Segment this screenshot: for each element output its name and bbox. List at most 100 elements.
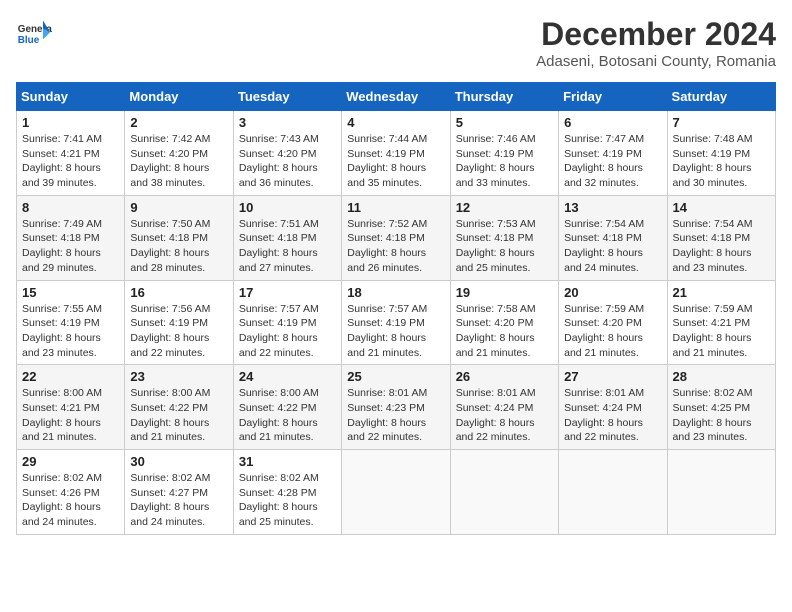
cell-info: Sunrise: 8:01 AMSunset: 4:24 PMDaylight:…	[456, 386, 553, 445]
day-number: 23	[130, 369, 227, 384]
calendar-cell: 31 Sunrise: 8:02 AMSunset: 4:28 PMDayligh…	[233, 450, 341, 535]
calendar-cell: 18Sunrise: 7:57 AMSunset: 4:19 PMDayligh…	[342, 280, 450, 365]
cell-info: Sunrise: 7:59 AMSunset: 4:20 PMDaylight:…	[564, 302, 661, 361]
day-number: 25	[347, 369, 444, 384]
cell-info: Sunrise: 7:54 AMSunset: 4:18 PMDaylight:…	[673, 217, 770, 276]
day-number: 14	[673, 200, 770, 215]
calendar-cell: 9 Sunrise: 7:50 AMSunset: 4:18 PMDaylight…	[125, 195, 233, 280]
cell-info: Sunrise: 8:02 AMSunset: 4:28 PMDaylight:…	[239, 471, 336, 530]
calendar-cell: 22 Sunrise: 8:00 AMSunset: 4:21 PMDayligh…	[17, 365, 125, 450]
day-number: 6	[564, 115, 661, 130]
day-number: 4	[347, 115, 444, 130]
day-of-week-header: Monday	[125, 83, 233, 111]
day-number: 21	[673, 285, 770, 300]
day-of-week-header: Saturday	[667, 83, 775, 111]
cell-info: Sunrise: 7:41 AMSunset: 4:21 PMDaylight:…	[22, 132, 119, 191]
cell-info: Sunrise: 7:57 AMSunset: 4:19 PMDaylight:…	[347, 302, 444, 361]
logo-svg: General Blue	[16, 16, 52, 52]
day-number: 8	[22, 200, 119, 215]
calendar-week-row: 29Sunrise: 8:02 AMSunset: 4:26 PMDayligh…	[17, 450, 776, 535]
day-number: 15	[22, 285, 119, 300]
page-title: December 2024	[536, 16, 776, 53]
calendar-cell: 19Sunrise: 7:58 AMSunset: 4:20 PMDayligh…	[450, 280, 558, 365]
calendar-cell: 29Sunrise: 8:02 AMSunset: 4:26 PMDayligh…	[17, 450, 125, 535]
calendar-cell: 5Sunrise: 7:46 AMSunset: 4:19 PMDaylight…	[450, 111, 558, 196]
calendar-cell: 16 Sunrise: 7:56 AMSunset: 4:19 PMDayligh…	[125, 280, 233, 365]
cell-info: Sunrise: 8:02 AMSunset: 4:25 PMDaylight:…	[673, 386, 770, 445]
day-number: 27	[564, 369, 661, 384]
title-area: December 2024 Adaseni, Botosani County, …	[536, 16, 776, 70]
calendar-cell: 3 Sunrise: 7:43 AMSunset: 4:20 PMDaylight…	[233, 111, 341, 196]
calendar-cell: 24 Sunrise: 8:00 AMSunset: 4:22 PMDayligh…	[233, 365, 341, 450]
calendar-week-row: 22 Sunrise: 8:00 AMSunset: 4:21 PMDayligh…	[17, 365, 776, 450]
day-number: 17	[239, 285, 336, 300]
calendar-cell: 21 Sunrise: 7:59 AMSunset: 4:21 PMDayligh…	[667, 280, 775, 365]
cell-info: Sunrise: 7:57 AMSunset: 4:19 PMDaylight:…	[239, 302, 336, 361]
calendar-header: SundayMondayTuesdayWednesdayThursdayFrid…	[17, 83, 776, 111]
day-number: 2	[130, 115, 227, 130]
calendar-cell: 28 Sunrise: 8:02 AMSunset: 4:25 PMDayligh…	[667, 365, 775, 450]
day-number: 30	[130, 454, 227, 469]
calendar-cell: 4Sunrise: 7:44 AMSunset: 4:19 PMDaylight…	[342, 111, 450, 196]
cell-info: Sunrise: 7:55 AMSunset: 4:19 PMDaylight:…	[22, 302, 119, 361]
header-row: SundayMondayTuesdayWednesdayThursdayFrid…	[17, 83, 776, 111]
day-number: 20	[564, 285, 661, 300]
day-number: 26	[456, 369, 553, 384]
cell-info: Sunrise: 8:00 AMSunset: 4:22 PMDaylight:…	[130, 386, 227, 445]
day-number: 12	[456, 200, 553, 215]
day-number: 10	[239, 200, 336, 215]
cell-info: Sunrise: 7:43 AMSunset: 4:20 PMDaylight:…	[239, 132, 336, 191]
calendar-cell: 20 Sunrise: 7:59 AMSunset: 4:20 PMDayligh…	[559, 280, 667, 365]
cell-info: Sunrise: 7:50 AMSunset: 4:18 PMDaylight:…	[130, 217, 227, 276]
day-number: 28	[673, 369, 770, 384]
calendar-cell: 11Sunrise: 7:52 AMSunset: 4:18 PMDayligh…	[342, 195, 450, 280]
day-number: 22	[22, 369, 119, 384]
day-number: 13	[564, 200, 661, 215]
day-number: 9	[130, 200, 227, 215]
calendar-cell: 12 Sunrise: 7:53 AMSunset: 4:18 PMDayligh…	[450, 195, 558, 280]
day-number: 31	[239, 454, 336, 469]
calendar-week-row: 15 Sunrise: 7:55 AMSunset: 4:19 PMDayligh…	[17, 280, 776, 365]
day-of-week-header: Sunday	[17, 83, 125, 111]
calendar-cell	[559, 450, 667, 535]
cell-info: Sunrise: 7:52 AMSunset: 4:18 PMDaylight:…	[347, 217, 444, 276]
calendar-cell: 25 Sunrise: 8:01 AMSunset: 4:23 PMDayligh…	[342, 365, 450, 450]
cell-info: Sunrise: 7:51 AMSunset: 4:18 PMDaylight:…	[239, 217, 336, 276]
cell-info: Sunrise: 7:42 AMSunset: 4:20 PMDaylight:…	[130, 132, 227, 191]
cell-info: Sunrise: 8:01 AMSunset: 4:24 PMDaylight:…	[564, 386, 661, 445]
calendar-body: 1 Sunrise: 7:41 AMSunset: 4:21 PMDaylight…	[17, 111, 776, 535]
calendar-cell: 17 Sunrise: 7:57 AMSunset: 4:19 PMDayligh…	[233, 280, 341, 365]
day-of-week-header: Tuesday	[233, 83, 341, 111]
logo: General Blue	[16, 16, 52, 52]
calendar-cell: 1 Sunrise: 7:41 AMSunset: 4:21 PMDaylight…	[17, 111, 125, 196]
cell-info: Sunrise: 7:54 AMSunset: 4:18 PMDaylight:…	[564, 217, 661, 276]
cell-info: Sunrise: 8:00 AMSunset: 4:21 PMDaylight:…	[22, 386, 119, 445]
calendar-cell: 30Sunrise: 8:02 AMSunset: 4:27 PMDayligh…	[125, 450, 233, 535]
calendar-cell: 2 Sunrise: 7:42 AMSunset: 4:20 PMDaylight…	[125, 111, 233, 196]
calendar-cell: 27 Sunrise: 8:01 AMSunset: 4:24 PMDayligh…	[559, 365, 667, 450]
cell-info: Sunrise: 8:00 AMSunset: 4:22 PMDaylight:…	[239, 386, 336, 445]
calendar-cell	[667, 450, 775, 535]
location-subtitle: Adaseni, Botosani County, Romania	[536, 53, 776, 70]
day-number: 7	[673, 115, 770, 130]
day-number: 3	[239, 115, 336, 130]
cell-info: Sunrise: 7:59 AMSunset: 4:21 PMDaylight:…	[673, 302, 770, 361]
cell-info: Sunrise: 7:47 AMSunset: 4:19 PMDaylight:…	[564, 132, 661, 191]
day-number: 1	[22, 115, 119, 130]
day-of-week-header: Friday	[559, 83, 667, 111]
day-of-week-header: Wednesday	[342, 83, 450, 111]
calendar-cell: 15 Sunrise: 7:55 AMSunset: 4:19 PMDayligh…	[17, 280, 125, 365]
day-number: 16	[130, 285, 227, 300]
calendar-cell: 26 Sunrise: 8:01 AMSunset: 4:24 PMDayligh…	[450, 365, 558, 450]
cell-info: Sunrise: 8:01 AMSunset: 4:23 PMDaylight:…	[347, 386, 444, 445]
calendar-cell: 6 Sunrise: 7:47 AMSunset: 4:19 PMDaylight…	[559, 111, 667, 196]
calendar-cell	[342, 450, 450, 535]
day-number: 24	[239, 369, 336, 384]
cell-info: Sunrise: 7:46 AMSunset: 4:19 PMDaylight:…	[456, 132, 553, 191]
day-number: 29	[22, 454, 119, 469]
calendar-week-row: 8 Sunrise: 7:49 AMSunset: 4:18 PMDaylight…	[17, 195, 776, 280]
cell-info: Sunrise: 7:56 AMSunset: 4:19 PMDaylight:…	[130, 302, 227, 361]
cell-info: Sunrise: 7:53 AMSunset: 4:18 PMDaylight:…	[456, 217, 553, 276]
cell-info: Sunrise: 7:49 AMSunset: 4:18 PMDaylight:…	[22, 217, 119, 276]
calendar-cell: 23 Sunrise: 8:00 AMSunset: 4:22 PMDayligh…	[125, 365, 233, 450]
